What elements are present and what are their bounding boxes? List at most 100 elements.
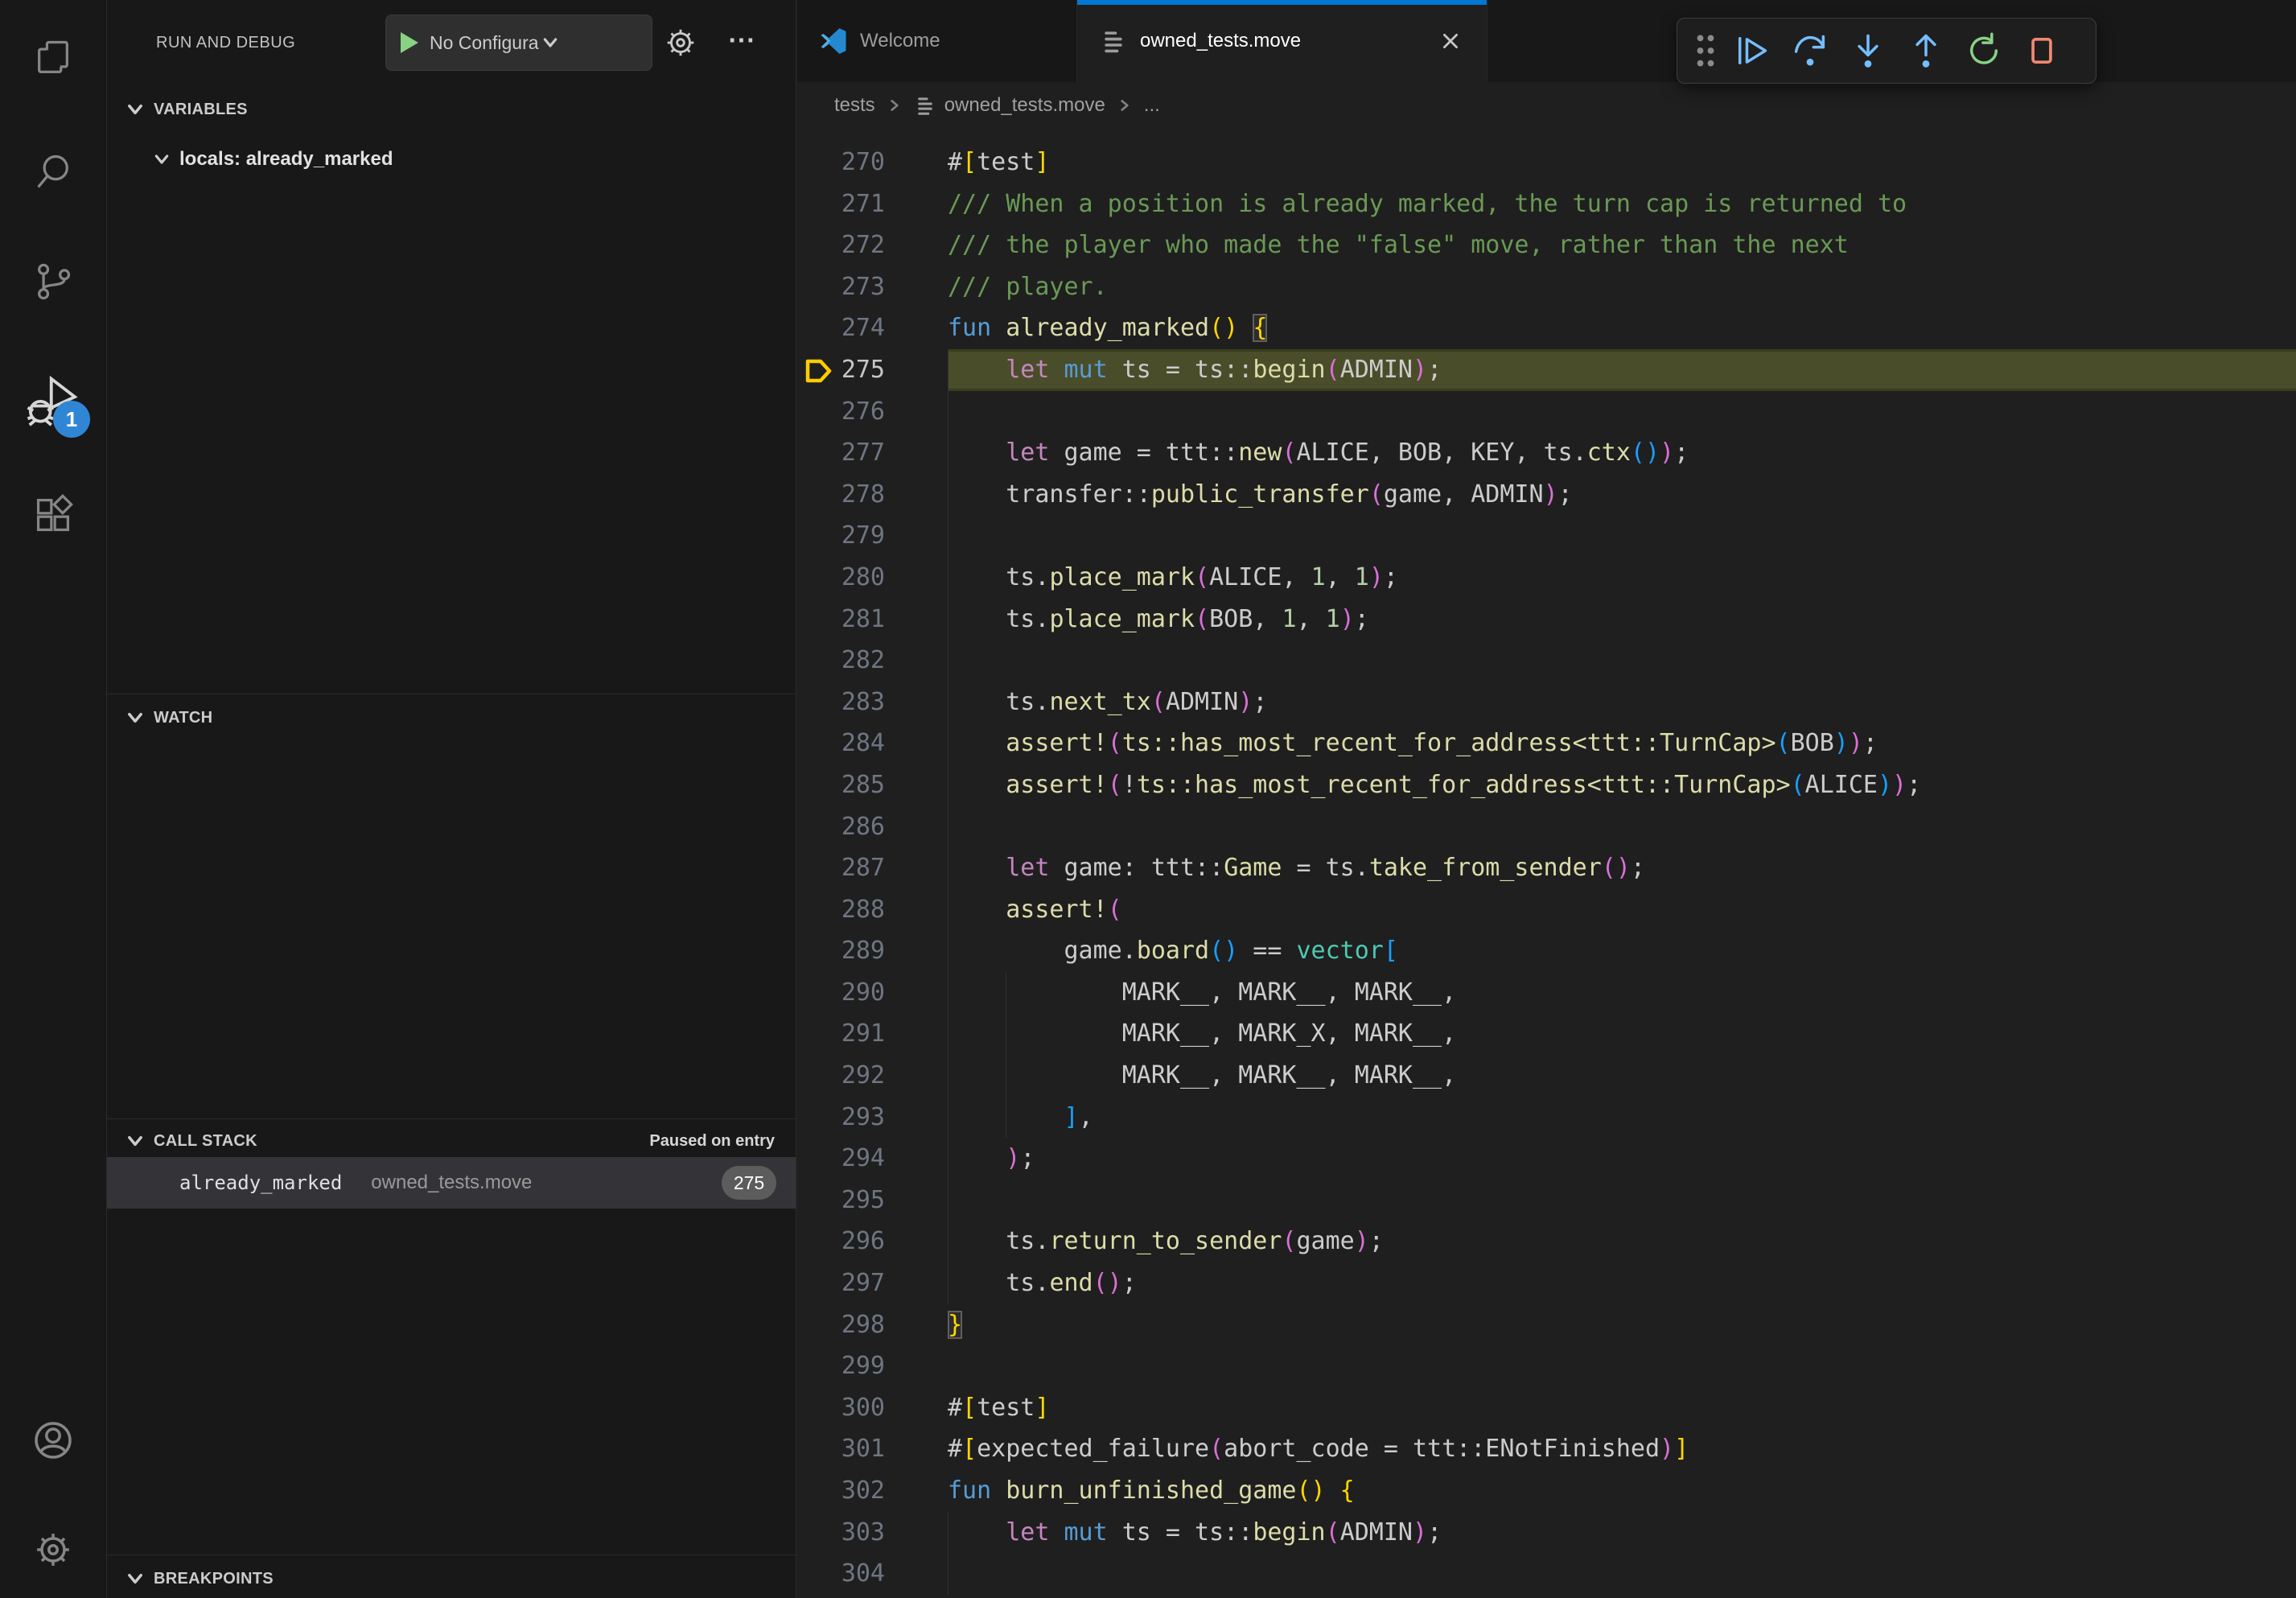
line-number[interactable]: 290 xyxy=(797,972,948,1014)
continue-button[interactable] xyxy=(1727,26,1777,76)
code-line[interactable]: 271/// When a position is already marked… xyxy=(797,183,2296,225)
code-line[interactable]: 295 xyxy=(797,1180,2296,1221)
code-line-text[interactable] xyxy=(948,515,2296,557)
line-number[interactable]: 279 xyxy=(797,515,948,557)
code-line-text[interactable] xyxy=(948,640,2296,682)
settings-gear-icon[interactable] xyxy=(23,1519,84,1580)
code-line-current[interactable]: 275 let mut ts = ts::begin(ADMIN); xyxy=(797,349,2296,391)
code-line[interactable]: 289 game.board() == vector[ xyxy=(797,930,2296,972)
code-line-text[interactable]: ts.place_mark(ALICE, 1, 1); xyxy=(948,557,2296,599)
code-line-text[interactable]: game.board() == vector[ xyxy=(948,930,2296,972)
more-actions-icon[interactable]: ⋯ xyxy=(714,16,771,64)
code-editor[interactable]: 270 #[test] 271/// When a position is alre… xyxy=(797,129,2296,1598)
tab-welcome[interactable]: Welcome xyxy=(797,0,1077,82)
line-number[interactable]: 297 xyxy=(797,1262,948,1304)
extensions-icon[interactable] xyxy=(23,484,84,546)
code-line[interactable]: 281 ts.place_mark(BOB, 1, 1); xyxy=(797,599,2296,640)
code-line[interactable]: 293 ], xyxy=(797,1097,2296,1139)
line-number[interactable]: 295 xyxy=(797,1180,948,1221)
code-line[interactable]: 292 MARK__, MARK__, MARK__, xyxy=(797,1055,2296,1097)
code-line[interactable]: 276 xyxy=(797,391,2296,433)
call-stack-frame-row[interactable]: already_marked owned_tests.move 275 xyxy=(107,1157,796,1209)
line-number[interactable]: 280 xyxy=(797,557,948,599)
code-line[interactable]: 273/// player. xyxy=(797,266,2296,308)
stop-button[interactable] xyxy=(2017,26,2067,76)
code-line-text[interactable]: assert!(!ts::has_most_recent_for_address… xyxy=(948,764,2296,806)
code-line[interactable]: 288 assert!( xyxy=(797,889,2296,931)
code-line-text[interactable]: assert!( xyxy=(948,889,2296,931)
code-line[interactable]: 304 xyxy=(797,1553,2296,1595)
debug-settings-gear-icon[interactable] xyxy=(662,24,699,61)
variables-locals-scope[interactable]: locals: already_marked xyxy=(107,137,796,182)
source-control-icon[interactable] xyxy=(23,251,84,312)
code-line-text[interactable]: assert!(ts::has_most_recent_for_address<… xyxy=(948,723,2296,764)
line-number[interactable]: 271 xyxy=(797,183,948,225)
line-number[interactable]: 270 xyxy=(797,142,948,183)
code-line-text[interactable]: MARK__, MARK_X, MARK__, xyxy=(948,1013,2296,1055)
code-line[interactable]: 286 xyxy=(797,806,2296,848)
run-and-debug-icon[interactable]: 1 xyxy=(23,372,84,433)
line-number[interactable]: 277 xyxy=(797,432,948,474)
code-line-text[interactable]: #[test] xyxy=(948,1387,2296,1429)
code-line[interactable]: 274fun already_marked() { xyxy=(797,307,2296,349)
code-line-text[interactable]: #[expected_failure(abort_code = ttt::ENo… xyxy=(948,1428,2296,1470)
code-line-text[interactable]: } xyxy=(948,1304,2296,1346)
code-line[interactable]: 280 ts.place_mark(ALICE, 1, 1); xyxy=(797,557,2296,599)
line-number[interactable]: 285 xyxy=(797,764,948,806)
code-line[interactable]: 290 MARK__, MARK__, MARK__, xyxy=(797,972,2296,1014)
code-line-text[interactable] xyxy=(948,1180,2296,1221)
line-number[interactable]: 286 xyxy=(797,806,948,848)
code-line-text[interactable]: ts.place_mark(BOB, 1, 1); xyxy=(948,599,2296,640)
code-line[interactable]: 282 xyxy=(797,640,2296,682)
code-line-text[interactable]: ); xyxy=(948,1138,2296,1180)
code-line-text[interactable]: ts.end(); xyxy=(948,1262,2296,1304)
code-line-text[interactable]: let mut ts = ts::begin(ADMIN); xyxy=(948,349,2296,391)
code-line[interactable]: 272/// the player who made the "false" m… xyxy=(797,224,2296,266)
step-into-button[interactable] xyxy=(1843,26,1893,76)
code-line[interactable]: 278 transfer::public_transfer(game, ADMI… xyxy=(797,474,2296,516)
step-over-button[interactable] xyxy=(1785,26,1835,76)
code-line-text[interactable] xyxy=(948,806,2296,848)
code-line-text[interactable]: /// the player who made the "false" move… xyxy=(948,224,2296,266)
code-line[interactable]: 300#[test] xyxy=(797,1387,2296,1429)
code-line[interactable]: 294 ); xyxy=(797,1138,2296,1180)
code-line-text[interactable]: fun burn_unfinished_game() { xyxy=(948,1470,2296,1512)
breakpoints-section-header[interactable]: BREAKPOINTS xyxy=(107,1558,796,1598)
explorer-icon[interactable] xyxy=(23,27,84,89)
code-line-text[interactable] xyxy=(948,391,2296,433)
line-number[interactable]: 298 xyxy=(797,1304,948,1346)
code-line[interactable]: 291 MARK__, MARK_X, MARK__, xyxy=(797,1013,2296,1055)
line-number[interactable]: 294 xyxy=(797,1138,948,1180)
code-line[interactable]: 298} xyxy=(797,1304,2296,1346)
line-number[interactable]: 304 xyxy=(797,1553,948,1595)
line-number[interactable]: 273 xyxy=(797,266,948,308)
line-number[interactable]: 303 xyxy=(797,1512,948,1554)
code-line-text[interactable]: transfer::public_transfer(game, ADMIN); xyxy=(948,474,2296,516)
code-line[interactable]: 301#[expected_failure(abort_code = ttt::… xyxy=(797,1428,2296,1470)
code-line[interactable]: 285 assert!(!ts::has_most_recent_for_add… xyxy=(797,764,2296,806)
account-icon[interactable] xyxy=(23,1410,84,1471)
line-number[interactable]: 300 xyxy=(797,1387,948,1429)
code-line[interactable]: 302fun burn_unfinished_game() { xyxy=(797,1470,2296,1512)
code-line[interactable]: 297 ts.end(); xyxy=(797,1262,2296,1304)
breadcrumb-tests[interactable]: tests xyxy=(834,94,875,117)
code-line[interactable]: 303 let mut ts = ts::begin(ADMIN); xyxy=(797,1512,2296,1554)
line-number[interactable]: 291 xyxy=(797,1013,948,1055)
toolbar-drag-grip[interactable] xyxy=(1692,30,1719,72)
line-number[interactable]: 288 xyxy=(797,889,948,931)
line-number[interactable]: 302 xyxy=(797,1470,948,1512)
code-line[interactable]: 283 ts.next_tx(ADMIN); xyxy=(797,682,2296,723)
line-number[interactable]: 283 xyxy=(797,682,948,723)
call-stack-section-header[interactable]: CALL STACK Paused on entry xyxy=(107,1120,796,1162)
code-line-text[interactable]: /// player. xyxy=(948,266,2296,308)
code-line-text[interactable]: MARK__, MARK__, MARK__, xyxy=(948,1055,2296,1097)
code-line-text[interactable]: ts.next_tx(ADMIN); xyxy=(948,682,2296,723)
breadcrumb-file[interactable]: owned_tests.move xyxy=(944,94,1105,117)
code-line[interactable]: 299 xyxy=(797,1345,2296,1387)
line-number[interactable]: 284 xyxy=(797,723,948,764)
code-line[interactable]: 287 let game: ttt::Game = ts.take_from_s… xyxy=(797,847,2296,889)
line-number[interactable]: 274 xyxy=(797,307,948,349)
line-number[interactable]: 296 xyxy=(797,1221,948,1262)
debug-config-dropdown[interactable]: No Configura xyxy=(385,14,652,71)
start-debug-icon[interactable] xyxy=(401,32,418,53)
